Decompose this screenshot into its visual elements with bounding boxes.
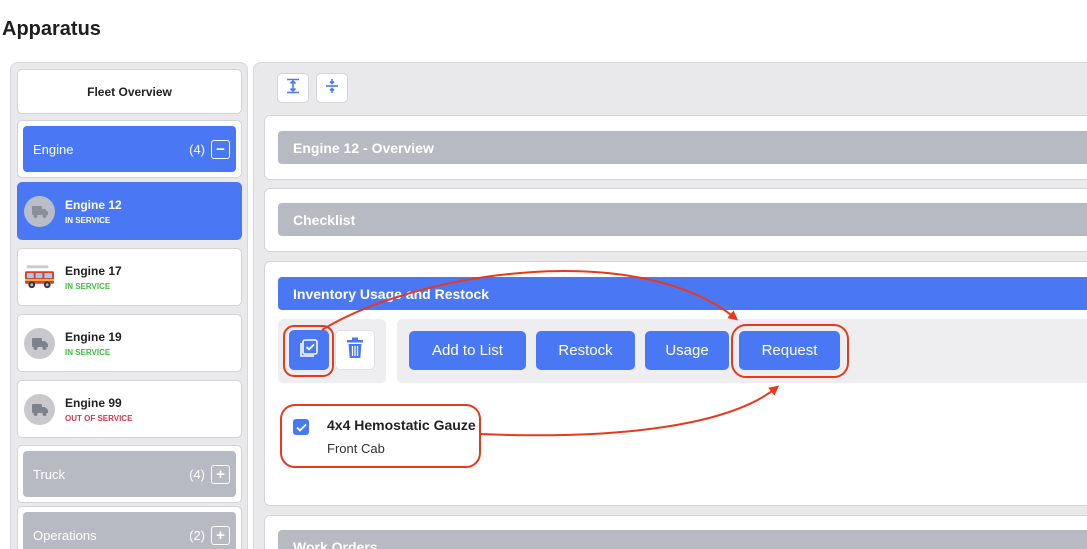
- group-engine[interactable]: Engine (4) −: [17, 120, 242, 178]
- main-panel: Engine 12 - Overview Checklist Inventory…: [253, 62, 1087, 549]
- selection-tools: [278, 319, 386, 383]
- item-location: Front Cab: [327, 441, 385, 456]
- expand-toggle[interactable]: +: [211, 525, 230, 545]
- sidebar-unit-engine-12[interactable]: Engine 12 IN SERVICE: [17, 182, 242, 240]
- inventory-card: Inventory Usage and Restock Add to List …: [264, 261, 1087, 506]
- group-truck[interactable]: Truck (4) +: [17, 445, 242, 503]
- unit-status: IN SERVICE: [65, 215, 111, 225]
- unit-name: Engine 12: [65, 197, 122, 212]
- inventory-actions: Add to List Restock Usage Request: [397, 319, 1087, 383]
- collapse-all-icon: [324, 78, 340, 99]
- page-title: Apparatus: [2, 18, 101, 40]
- delete-button[interactable]: [335, 330, 375, 370]
- unit-name: Engine 17: [65, 263, 122, 278]
- trash-icon: [345, 337, 365, 364]
- collapse-toggle[interactable]: −: [211, 139, 230, 159]
- unit-name: Engine 99: [65, 395, 122, 410]
- item-name: 4x4 Hemostatic Gauze: [327, 417, 476, 433]
- restock-button[interactable]: Restock: [536, 331, 635, 370]
- group-count: (4): [189, 466, 205, 482]
- unit-status: IN SERVICE: [65, 347, 111, 357]
- sidebar-unit-engine-99[interactable]: Engine 99 OUT OF SERVICE: [17, 380, 242, 438]
- group-operations-header[interactable]: Operations (2) +: [23, 512, 236, 549]
- overview-card: Engine 12 - Overview: [264, 115, 1087, 180]
- group-operations[interactable]: Operations (2) +: [17, 506, 242, 549]
- work-orders-card: Work Orders: [264, 515, 1087, 549]
- unit-status: OUT OF SERVICE: [65, 413, 133, 423]
- inventory-header[interactable]: Inventory Usage and Restock: [278, 277, 1087, 310]
- fire-engine-icon: [24, 262, 55, 293]
- sidebar-unit-engine-17[interactable]: Engine 17 IN SERVICE: [17, 248, 242, 306]
- expand-all-icon: [285, 78, 301, 99]
- usage-button[interactable]: Usage: [645, 331, 729, 370]
- truck-icon: [24, 195, 55, 227]
- collapse-all-button[interactable]: [316, 73, 348, 103]
- overview-header[interactable]: Engine 12 - Overview: [278, 131, 1087, 164]
- fleet-overview-button[interactable]: Fleet Overview: [17, 69, 242, 114]
- group-engine-header[interactable]: Engine (4) −: [23, 126, 236, 172]
- group-count: (4): [189, 141, 205, 157]
- checklist-header[interactable]: Checklist: [278, 203, 1087, 236]
- unit-status: IN SERVICE: [65, 281, 111, 291]
- group-label: Operations: [33, 527, 97, 543]
- group-label: Engine: [33, 141, 74, 157]
- check-icon: [295, 423, 307, 432]
- fleet-sidebar: Fleet Overview Engine (4) − Engine 12 IN…: [10, 62, 248, 549]
- unit-name: Engine 19: [65, 329, 122, 344]
- work-orders-header[interactable]: Work Orders: [278, 530, 1087, 549]
- select-all-button[interactable]: [289, 330, 329, 370]
- request-button[interactable]: Request: [739, 331, 840, 370]
- group-label: Truck: [33, 466, 66, 482]
- expand-all-button[interactable]: [277, 73, 309, 103]
- group-count: (2): [189, 527, 205, 543]
- checklist-card: Checklist: [264, 188, 1087, 252]
- item-checkbox[interactable]: [293, 419, 309, 435]
- expand-toggle[interactable]: +: [211, 464, 230, 484]
- group-truck-header[interactable]: Truck (4) +: [23, 451, 236, 497]
- select-all-icon: [299, 338, 319, 363]
- sidebar-unit-engine-19[interactable]: Engine 19 IN SERVICE: [17, 314, 242, 372]
- truck-icon: [24, 327, 55, 359]
- truck-icon: [24, 393, 55, 425]
- add-to-list-button[interactable]: Add to List: [409, 331, 526, 370]
